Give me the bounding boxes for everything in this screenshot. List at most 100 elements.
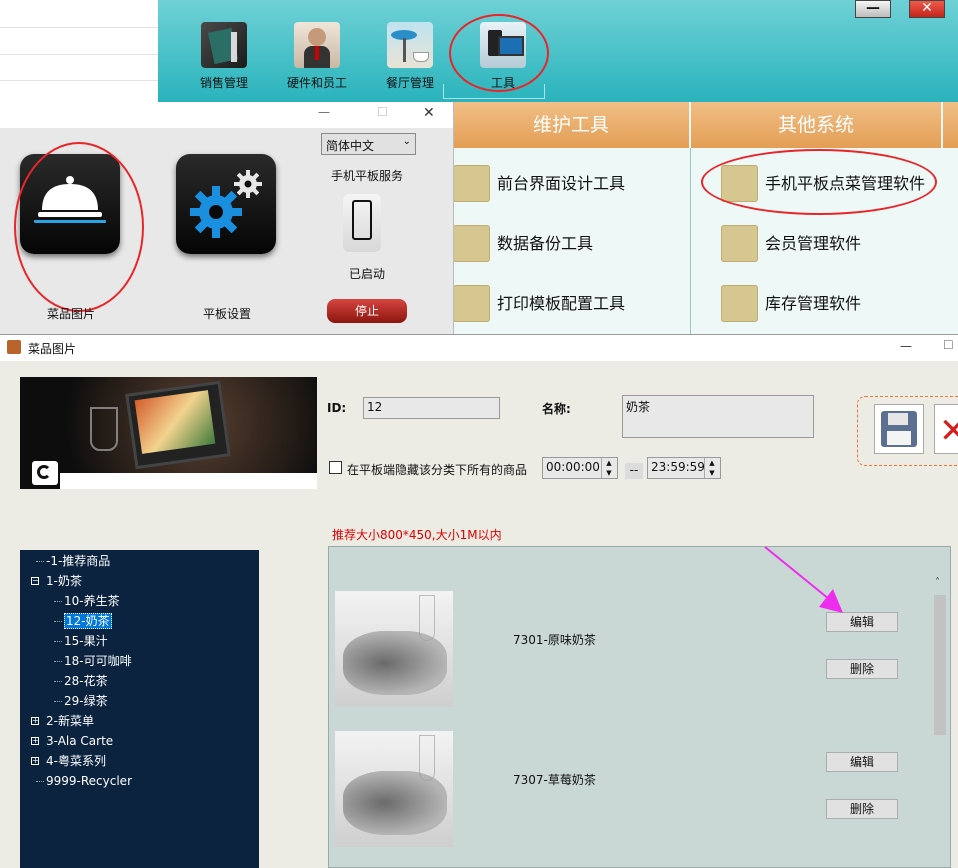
- header-maintenance-tools: 维护工具: [453, 102, 689, 148]
- toolbar-item-label: 销售管理: [199, 76, 248, 90]
- scrollbar[interactable]: ˄: [933, 577, 947, 867]
- phone-icon: [343, 194, 381, 252]
- hide-category-checkbox[interactable]: [329, 461, 342, 474]
- dish-image-window: 菜品图片 — ☐ ID: 12 名称: 奶茶 ✕ 在平板端隐藏该分类下所有的商品…: [0, 334, 958, 868]
- tablet-settings-button[interactable]: [176, 154, 276, 254]
- name-field[interactable]: 奶茶: [622, 395, 814, 438]
- titlebar: — ☐ ✕: [0, 102, 453, 128]
- background-window: [0, 0, 159, 102]
- maximize-button[interactable]: ☐: [377, 105, 388, 119]
- annotation-arrow: [764, 547, 843, 613]
- category-banner-image[interactable]: [20, 377, 317, 489]
- tree-node[interactable]: 18-可可咖啡: [64, 652, 132, 670]
- tree-node-label: 9999-Recycler: [46, 774, 132, 788]
- id-label: ID:: [327, 401, 347, 415]
- stop-button[interactable]: 停止: [327, 299, 407, 323]
- delete-button[interactable]: 删除: [826, 799, 898, 819]
- tree-connector: [54, 701, 62, 702]
- tree-node-label: 3-Ala Carte: [46, 734, 114, 748]
- minimize-button[interactable]: —: [318, 105, 330, 119]
- chevron-down-icon: ⌄: [402, 136, 411, 147]
- annotation-circle: [449, 14, 549, 92]
- floppy-disk-icon: [881, 411, 917, 447]
- tree-node-label: 10-养生茶: [64, 594, 120, 608]
- start-time-field[interactable]: 00:00:00 ▲ ▼: [542, 457, 618, 479]
- tree-node[interactable]: 9999-Recycler: [46, 772, 132, 790]
- minimize-button[interactable]: —: [855, 0, 891, 18]
- minimize-button[interactable]: —: [900, 339, 912, 353]
- expand-icon[interactable]: +: [31, 757, 39, 765]
- name-label: 名称:: [542, 402, 571, 416]
- tree-node[interactable]: 1-奶茶: [46, 572, 82, 590]
- size-hint: 推荐大小800*450,大小1M以内: [332, 528, 502, 542]
- toolbar-item-label: 硬件和员工: [286, 76, 347, 90]
- time-separator: --: [625, 463, 643, 479]
- tool-icon: [453, 165, 490, 202]
- window-title: 菜品图片: [28, 342, 77, 356]
- scrollbar-thumb[interactable]: [934, 595, 946, 735]
- divider: [0, 80, 158, 81]
- staff-icon: [294, 22, 340, 68]
- tree-node-label: 15-果汁: [64, 634, 108, 648]
- scroll-up-icon[interactable]: ˄: [935, 577, 940, 588]
- dish-image-label: 菜品图片: [47, 307, 96, 321]
- header-overflow: [943, 102, 958, 148]
- tree-node-label: 4-粤菜系列: [46, 754, 106, 768]
- edit-button[interactable]: 编辑: [826, 752, 898, 772]
- sales-icon: [201, 22, 247, 68]
- collapse-icon[interactable]: −: [31, 577, 39, 585]
- tree-connector: [36, 781, 44, 782]
- spinner-icon[interactable]: ▲ ▼: [704, 458, 719, 478]
- close-button[interactable]: ✕: [909, 0, 945, 18]
- tree-node[interactable]: -1-推荐商品: [46, 552, 110, 570]
- header-other-systems: 其他系统: [691, 102, 941, 148]
- dish-photo[interactable]: [335, 591, 453, 707]
- divider: [0, 27, 158, 28]
- tree-node-label: 29-绿茶: [64, 694, 108, 708]
- tree-node-label: 28-花茶: [64, 674, 108, 688]
- main-toolbar: 销售管理 硬件和员工 餐厅管理 工具 — ✕: [158, 0, 958, 102]
- tree-node-label: -1-推荐商品: [46, 554, 111, 568]
- close-button[interactable]: ✕: [423, 105, 435, 121]
- id-field[interactable]: 12: [363, 397, 500, 419]
- maximize-button[interactable]: ☐: [943, 338, 954, 352]
- toolbar-item-restaurant[interactable]: 餐厅管理: [370, 22, 450, 91]
- save-button[interactable]: [874, 404, 924, 454]
- tree-connector: [54, 661, 62, 662]
- tree-node[interactable]: 28-花茶: [64, 672, 108, 690]
- tree-node[interactable]: 2-新菜单: [46, 712, 94, 730]
- tree-node[interactable]: 3-Ala Carte: [46, 732, 113, 750]
- tree-node-label: 18-可可咖啡: [64, 654, 132, 668]
- expand-icon[interactable]: +: [31, 737, 39, 745]
- delete-button[interactable]: 删除: [826, 659, 898, 679]
- tool-icon: [453, 285, 490, 322]
- toolbar-item-sales[interactable]: 销售管理: [184, 22, 264, 91]
- tool-icon: [453, 225, 490, 262]
- tablet-settings-label: 平板设置: [203, 307, 252, 321]
- tree-node[interactable]: 10-养生茶: [64, 592, 120, 610]
- toolbar-item-hardware-staff[interactable]: 硬件和员工: [277, 22, 357, 91]
- category-tree[interactable]: -1-推荐商品 1-奶茶 − 10-养生茶 12-奶茶 15-果汁 18-可可咖啡 28-花茶…: [20, 550, 259, 868]
- tree-node[interactable]: 15-果汁: [64, 632, 108, 650]
- annotation-circle: [701, 149, 937, 215]
- expand-icon[interactable]: +: [31, 717, 39, 725]
- tree-node[interactable]: 29-绿茶: [64, 692, 108, 710]
- tree-node[interactable]: 12-奶茶: [64, 612, 112, 630]
- x-icon: ✕: [939, 411, 958, 451]
- tree-connector: [36, 561, 44, 562]
- language-select[interactable]: 简体中文 ⌄: [321, 133, 416, 155]
- tree-connector: [54, 641, 62, 642]
- dish-name: 7301-原味奶茶: [513, 633, 596, 647]
- delete-button[interactable]: ✕: [934, 404, 958, 454]
- tree-node-label: 12-奶茶: [64, 613, 112, 629]
- titlebar: 菜品图片 — ☐: [0, 334, 958, 361]
- end-time-field[interactable]: 23:59:59 ▲ ▼: [647, 457, 721, 479]
- dish-photo[interactable]: [335, 731, 453, 847]
- system-icon: [721, 285, 758, 322]
- refresh-icon[interactable]: [32, 461, 58, 485]
- dish-name: 7307-草莓奶茶: [513, 773, 596, 787]
- app-icon: [7, 340, 21, 354]
- tree-node-label: 1-奶茶: [46, 574, 82, 588]
- spinner-icon[interactable]: ▲ ▼: [601, 458, 616, 478]
- tree-node[interactable]: 4-粤菜系列: [46, 752, 106, 770]
